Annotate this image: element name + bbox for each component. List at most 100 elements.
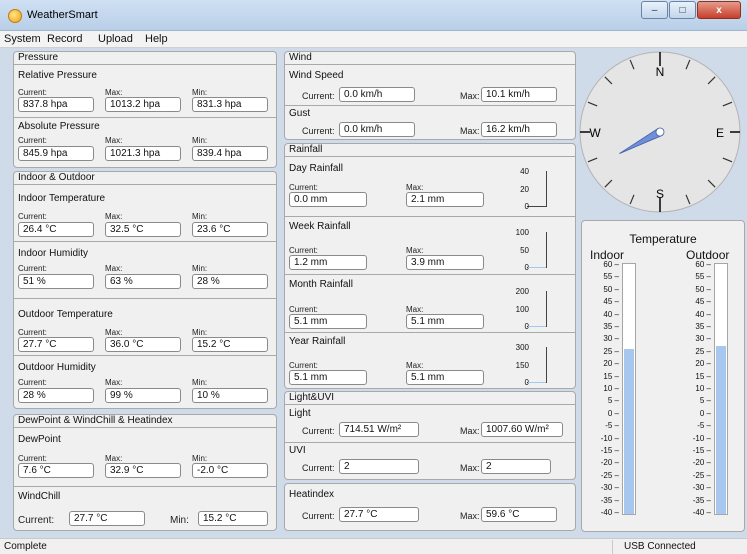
- outdoor-thermometer: [714, 263, 728, 515]
- relative-pressure-current: 837.8 hpa: [18, 97, 94, 112]
- scale-tick-label: 15 –: [603, 371, 619, 381]
- current-label: Current:: [289, 246, 318, 255]
- scale-tick-label: -30 –: [692, 483, 711, 493]
- scale-tick-label: 5 –: [699, 396, 711, 406]
- absolute-pressure-min: 839.4 hpa: [192, 146, 268, 161]
- scale-tick-label: -30 –: [600, 483, 619, 493]
- relative-pressure-section: Relative Pressure Current: Max: Min: 837…: [14, 66, 276, 116]
- dewpoint-title: DewPoint: [18, 434, 61, 445]
- day-rainfall-max: 2.1 mm: [406, 192, 484, 207]
- scale-tick-label: 0 –: [699, 408, 711, 418]
- scale-tick-label: -40 –: [600, 508, 619, 517]
- minimize-button[interactable]: –: [641, 1, 668, 19]
- indoor-outdoor-group: Indoor & Outdoor Indoor Temperature Curr…: [13, 171, 277, 409]
- scale-tick-label: 55 –: [695, 272, 711, 282]
- absolute-pressure-section: Absolute Pressure Current: Max: Min: 845…: [14, 117, 276, 167]
- light-current: 714.51 W/m²: [339, 422, 419, 437]
- scale-tick-label: 35 –: [603, 322, 619, 331]
- indoor-thermometer-fill: [624, 349, 634, 514]
- max-label: Max:: [460, 126, 480, 136]
- menu-record[interactable]: Record: [47, 33, 82, 45]
- indoor-temperature-max: 32.5 °C: [105, 222, 181, 237]
- current-label: Current:: [302, 463, 335, 473]
- menu-help[interactable]: Help: [145, 33, 168, 45]
- year-rainfall-title: Year Rainfall: [289, 336, 346, 347]
- menu-upload[interactable]: Upload: [98, 33, 133, 45]
- day-rainfall-current: 0.0 mm: [289, 192, 367, 207]
- indoor-temperature-title: Indoor Temperature: [18, 193, 106, 204]
- current-label: Current:: [302, 126, 335, 136]
- year-rainfall-current: 5.1 mm: [289, 370, 367, 385]
- scale-tick-label: 10 –: [695, 384, 711, 393]
- scale-tick-label: 50 –: [695, 284, 711, 294]
- current-label: Current:: [18, 88, 47, 97]
- windchill-current-label: Current:: [18, 515, 55, 526]
- gauge-axis: [527, 347, 547, 383]
- current-label: Current:: [289, 183, 318, 192]
- max-label: Max:: [105, 264, 123, 273]
- light-uvi-group: Light&UVI Light Current: 714.51 W/m² Max…: [284, 391, 576, 480]
- year-rainfall-max: 5.1 mm: [406, 370, 484, 385]
- scale-tick-label: 55 –: [603, 272, 619, 282]
- scale-tick-label: 15 –: [695, 371, 711, 381]
- day-rainfall-section: Day Rainfall Current: Max: 0.0 mm 2.1 mm…: [285, 158, 575, 215]
- min-label: Min:: [192, 328, 208, 337]
- current-label: Current:: [302, 426, 335, 436]
- week-rainfall-max: 3.9 mm: [406, 255, 484, 270]
- max-label: Max:: [406, 246, 424, 255]
- maximize-button[interactable]: □: [669, 1, 696, 19]
- week-rainfall-section: Week Rainfall Current: Max: 1.2 mm 3.9 m…: [285, 216, 575, 273]
- week-rainfall-current: 1.2 mm: [289, 255, 367, 270]
- max-label: Max:: [105, 136, 123, 145]
- max-label: Max:: [105, 212, 123, 221]
- min-label: Min:: [192, 136, 208, 145]
- current-label: Current:: [289, 361, 318, 370]
- close-button[interactable]: x: [697, 1, 741, 19]
- scale-tick-label: 45 –: [603, 297, 619, 307]
- min-label: Min:: [192, 212, 208, 221]
- scale-tick-label: 5 –: [607, 396, 619, 406]
- month-rainfall-section: Month Rainfall Current: Max: 5.1 mm 5.1 …: [285, 274, 575, 331]
- rainfall-title: Rainfall: [285, 144, 575, 157]
- wind-speed-max: 10.1 km/h: [481, 87, 557, 102]
- indoor-humidity-title: Indoor Humidity: [18, 248, 89, 259]
- compass-s-label: S: [656, 187, 664, 201]
- gust-title: Gust: [289, 108, 311, 119]
- scale-tick-label: -25 –: [600, 470, 619, 480]
- wind-speed-title: Wind Speed: [289, 70, 344, 81]
- scale-tick-label: -20 –: [600, 458, 619, 468]
- min-label: Min:: [192, 264, 208, 273]
- rainfall-group: Rainfall Day Rainfall Current: Max: 0.0 …: [284, 143, 576, 389]
- status-bar: Complete USB Connected: [0, 538, 747, 554]
- scale-tick-label: 50 –: [603, 284, 619, 294]
- scale-tick-label: -5 –: [697, 421, 711, 431]
- dewpoint-group-title: DewPoint & WindChill & Heatindex: [14, 415, 276, 428]
- scale-tick-label: 60 –: [695, 260, 711, 269]
- indoor-outdoor-title: Indoor & Outdoor: [14, 172, 276, 185]
- relative-pressure-title: Relative Pressure: [18, 70, 97, 81]
- scale-tick-label: 20 –: [603, 359, 619, 369]
- year-rainfall-gauge: 300 150 0: [491, 343, 551, 387]
- week-rainfall-gauge: 100 50 0: [491, 228, 551, 272]
- gauge-fill: [528, 382, 546, 383]
- pressure-title: Pressure: [14, 52, 276, 65]
- indoor-humidity-min: 28 %: [192, 274, 268, 289]
- tick-label: 0: [524, 202, 529, 211]
- min-label: Min:: [192, 378, 208, 387]
- outdoor-temperature-max: 36.0 °C: [105, 337, 181, 352]
- scale-tick-label: -40 –: [692, 508, 711, 517]
- max-label: Max:: [460, 426, 480, 436]
- gust-current: 0.0 km/h: [339, 122, 415, 137]
- scale-tick-label: 20 –: [695, 359, 711, 369]
- menu-bar: System Record Upload Help: [0, 31, 747, 48]
- gust-max: 16.2 km/h: [481, 122, 557, 137]
- dewpoint-current: 7.6 °C: [18, 463, 94, 478]
- wind-speed-section: Wind Speed Current: 0.0 km/h Max: 10.1 k…: [285, 66, 575, 104]
- day-rainfall-title: Day Rainfall: [289, 163, 343, 174]
- indoor-temperature-section: Indoor Temperature Current: Max: Min: 26…: [14, 186, 276, 240]
- uvi-title: UVI: [289, 445, 306, 456]
- tick-label: 100: [515, 305, 529, 314]
- menu-system[interactable]: System: [4, 33, 41, 45]
- scale-tick-label: 40 –: [603, 309, 619, 319]
- min-label: Min:: [192, 454, 208, 463]
